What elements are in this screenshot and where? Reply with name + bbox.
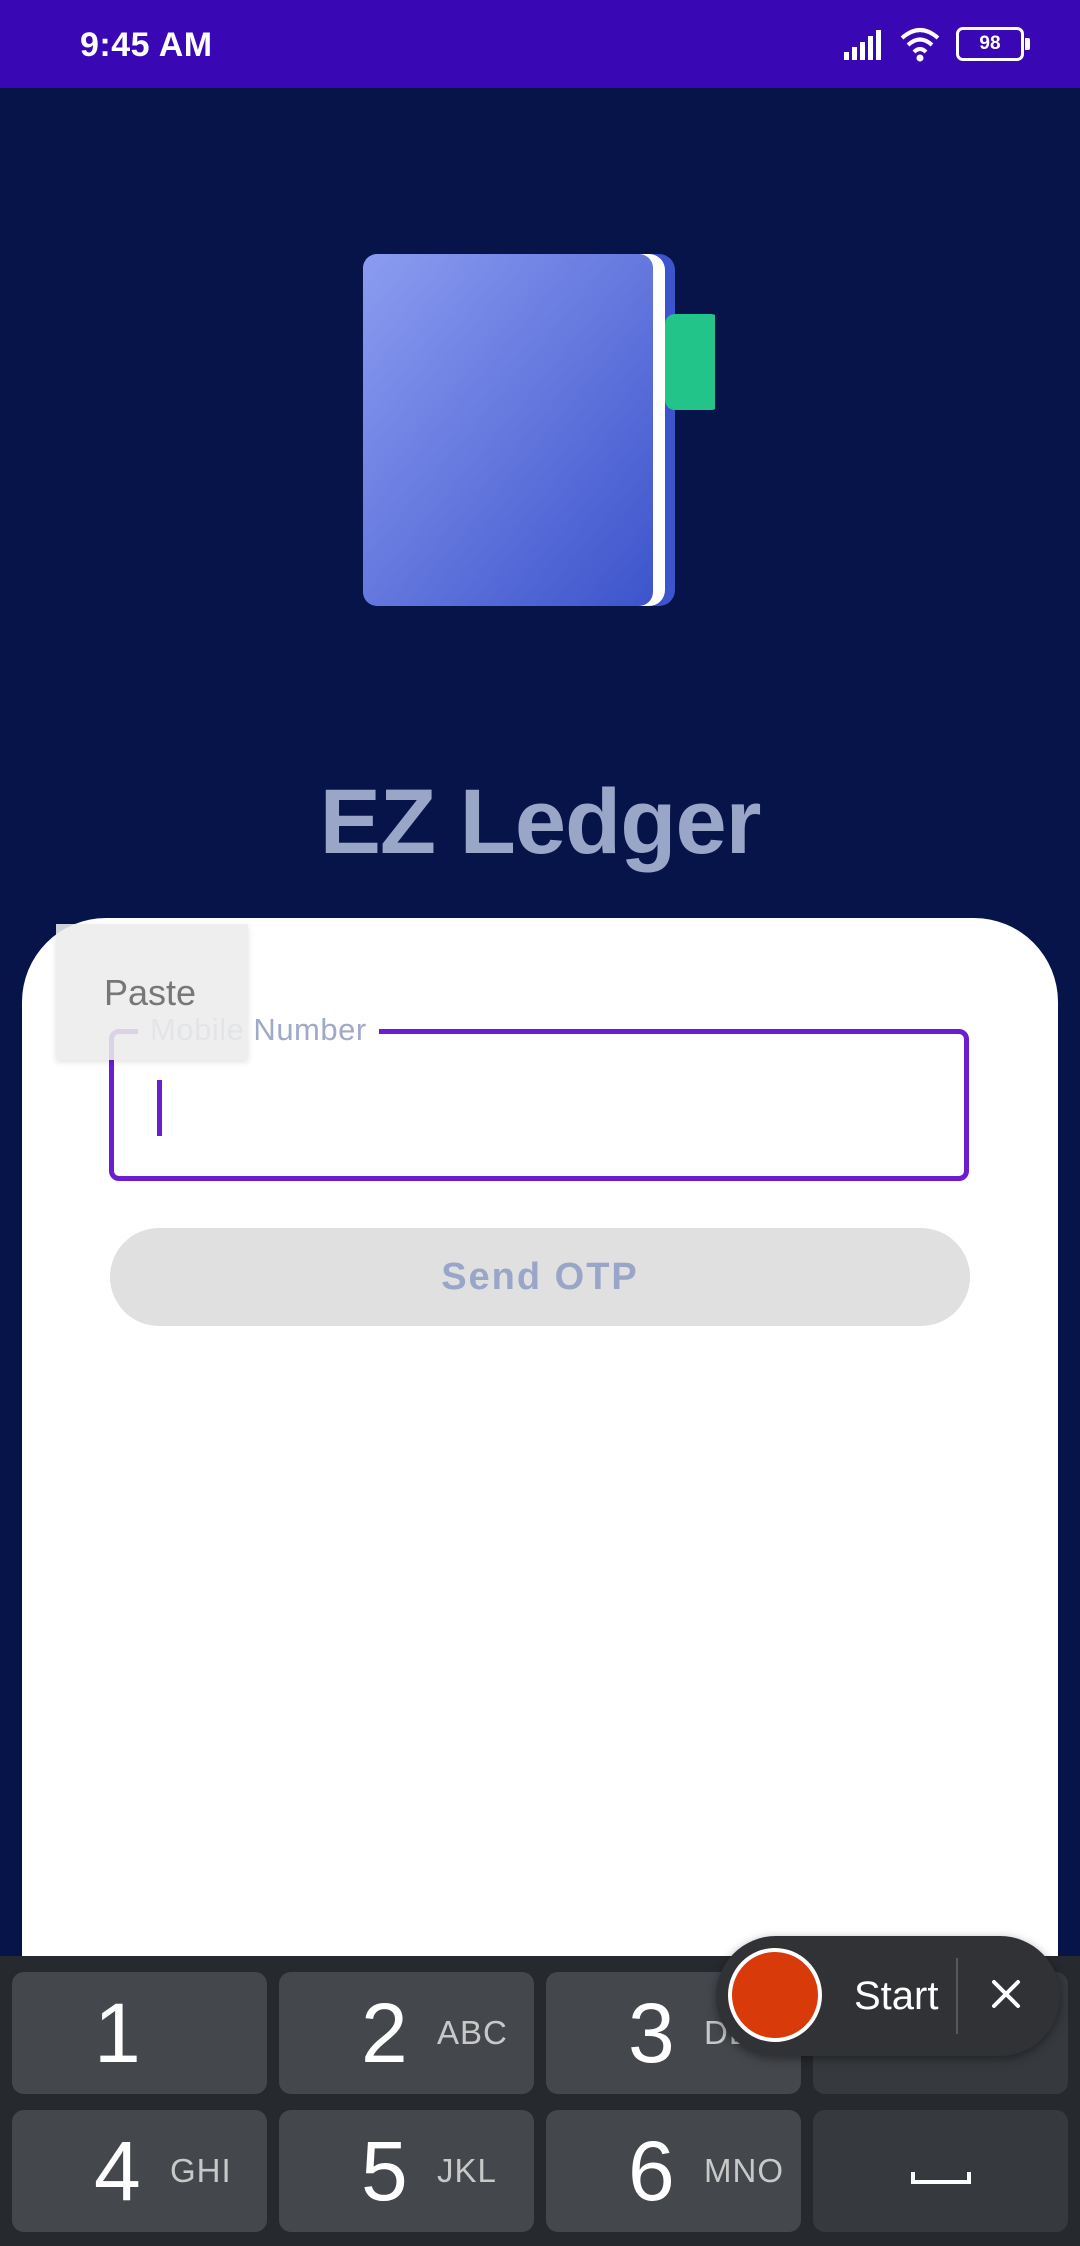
key-letters: JKL — [437, 2152, 497, 2189]
send-otp-button[interactable]: Send OTP — [110, 1228, 970, 1326]
app-title: EZ Ledger — [319, 771, 762, 873]
key-digit: 4 — [94, 2124, 141, 2218]
key-digit: 6 — [628, 2124, 675, 2218]
key-digit: 3 — [628, 1986, 675, 2080]
wifi-icon — [900, 28, 940, 62]
key-digit: 2 — [361, 1986, 408, 2080]
status-icons: 98 — [842, 24, 1030, 64]
ledger-book-logo — [363, 254, 715, 606]
paste-popup[interactable]: Paste — [56, 924, 248, 1060]
key-1[interactable]: 1 — [12, 1972, 267, 2094]
text-cursor — [157, 1080, 162, 1136]
status-bar: 9:45 AM 98 — [0, 0, 1080, 88]
space-bar-icon — [911, 2172, 971, 2184]
paste-menu-item[interactable]: Paste — [104, 972, 196, 1014]
close-icon[interactable] — [986, 1974, 1026, 2014]
key-digit: 5 — [361, 2124, 408, 2218]
key-space[interactable] — [813, 2110, 1068, 2232]
record-icon[interactable] — [728, 1948, 822, 2042]
widget-divider — [956, 1958, 958, 2034]
key-4[interactable]: 4 GHI — [12, 2110, 267, 2232]
start-recording-label[interactable]: Start — [854, 1974, 938, 2019]
key-6[interactable]: 6 MNO — [546, 2110, 801, 2232]
key-5[interactable]: 5 JKL — [279, 2110, 534, 2232]
key-letters: ABC — [437, 2014, 508, 2051]
signal-icon — [844, 30, 881, 60]
screen-recorder-widget: Start — [716, 1936, 1060, 2056]
key-letters: GHI — [170, 2152, 232, 2189]
battery-level: 98 — [979, 33, 1001, 54]
battery-icon: 98 — [956, 27, 1030, 61]
key-2[interactable]: 2 ABC — [279, 1972, 534, 2094]
status-time: 9:45 AM — [80, 26, 213, 64]
key-digit: 1 — [94, 1986, 141, 2080]
key-letters: MNO — [704, 2152, 784, 2189]
